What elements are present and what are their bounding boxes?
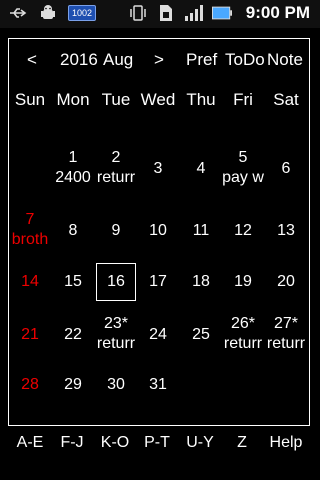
day-cell-19[interactable]: 19: [222, 272, 264, 292]
weekday-thu: Thu: [186, 90, 216, 109]
day-cell-4[interactable]: 4: [180, 159, 222, 179]
day-cell-5[interactable]: 5 pay w: [222, 148, 264, 188]
prev-month-button[interactable]: <: [27, 48, 37, 72]
pref-button[interactable]: Pref: [186, 48, 217, 72]
day-cell-23[interactable]: 23* returr: [95, 314, 137, 354]
day-cell-11[interactable]: 11: [180, 221, 222, 241]
help-button[interactable]: Help: [264, 434, 308, 452]
weekday-sun: Sun: [14, 90, 46, 109]
day-cell-7[interactable]: 7 broth: [9, 210, 51, 250]
day-cell-13[interactable]: 13: [265, 221, 307, 241]
calendar-badge: 1002: [68, 5, 97, 21]
weekday-wed: Wed: [140, 90, 176, 109]
next-month-button[interactable]: >: [154, 48, 164, 72]
android-debug-icon: [38, 3, 58, 23]
status-bar: 1002 9:00 PM: [0, 0, 320, 28]
signal-icon: [184, 3, 204, 23]
day-cell-9[interactable]: 9: [95, 221, 137, 241]
day-cell-3[interactable]: 3: [137, 159, 179, 179]
weekday-fri: Fri: [233, 90, 253, 109]
weekday-tue: Tue: [101, 90, 131, 109]
battery-icon: [211, 3, 232, 23]
day-cell-29[interactable]: 29: [52, 375, 94, 395]
day-cell-2[interactable]: 2 returr: [95, 148, 137, 188]
day-cell-30[interactable]: 30: [95, 375, 137, 395]
todo-button[interactable]: ToDo: [225, 48, 265, 72]
index-u-y-button[interactable]: U-Y: [178, 434, 222, 452]
day-cell-10[interactable]: 10: [137, 221, 179, 241]
index-a-e-button[interactable]: A-E: [8, 434, 52, 452]
day-cell-22[interactable]: 22: [52, 325, 94, 345]
day-cell-17[interactable]: 17: [137, 272, 179, 292]
day-cell-12[interactable]: 12: [222, 221, 264, 241]
note-button[interactable]: Note: [267, 48, 303, 72]
day-cell-28[interactable]: 28: [9, 375, 51, 395]
index-z-button[interactable]: Z: [220, 434, 264, 452]
weekday-sat: Sat: [273, 90, 299, 109]
day-cell-8[interactable]: 8: [52, 221, 94, 241]
month-label[interactable]: Aug: [103, 48, 133, 72]
index-p-t-button[interactable]: P-T: [135, 434, 179, 452]
day-cell-24[interactable]: 24: [137, 325, 179, 345]
day-cell-6[interactable]: 6: [265, 159, 307, 179]
index-f-j-button[interactable]: F-J: [50, 434, 94, 452]
vibrate-icon: [128, 3, 148, 23]
clock-time: 9:00 PM: [245, 3, 310, 22]
usb-icon: [8, 3, 28, 23]
day-cell-20[interactable]: 20: [265, 272, 307, 292]
day-cell-15[interactable]: 15: [52, 272, 94, 292]
day-cell-25[interactable]: 25: [180, 325, 222, 345]
year-label[interactable]: 2016: [60, 48, 98, 72]
day-cell-27[interactable]: 27* returr: [265, 314, 307, 354]
day-cell-21[interactable]: 21: [9, 325, 51, 345]
weekday-mon: Mon: [56, 90, 90, 109]
sim-icon: [156, 3, 176, 23]
day-cell-16[interactable]: 16: [95, 272, 137, 292]
day-cell-26[interactable]: 26* returr: [222, 314, 264, 354]
index-k-o-button[interactable]: K-O: [93, 434, 137, 452]
day-cell-14[interactable]: 14: [9, 272, 51, 292]
day-cell-18[interactable]: 18: [180, 272, 222, 292]
day-cell-1[interactable]: 1 2400: [52, 148, 94, 188]
day-cell-31[interactable]: 31: [137, 375, 179, 395]
